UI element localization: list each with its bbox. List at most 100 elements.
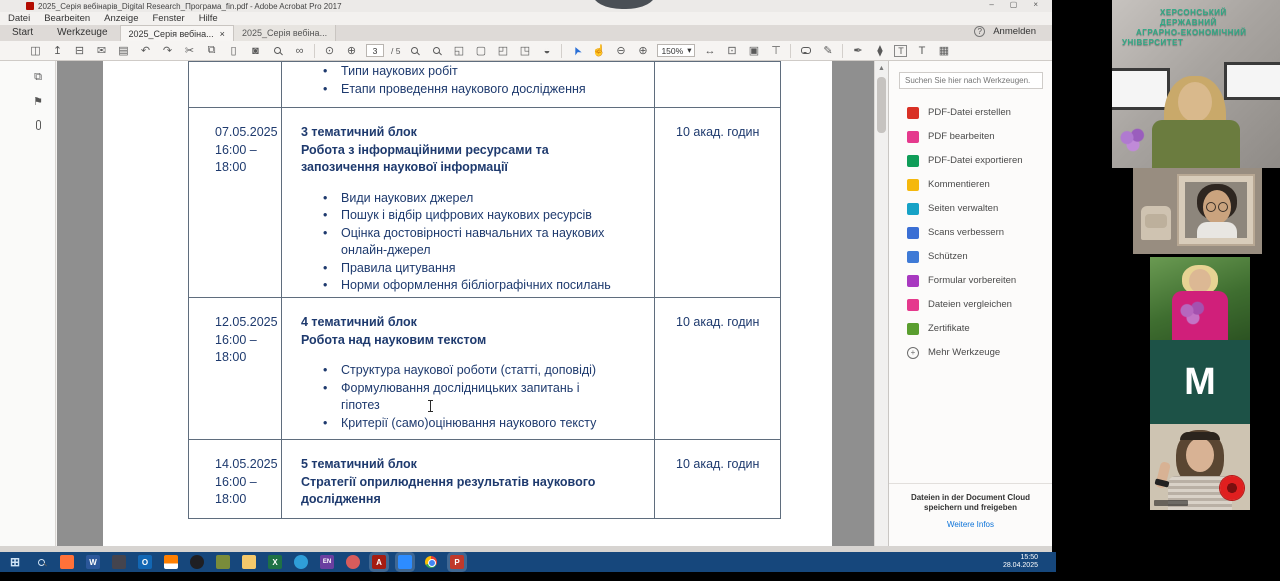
paste-icon[interactable]: ▯ <box>226 44 241 58</box>
search-icon[interactable] <box>270 44 285 58</box>
green-app-icon[interactable] <box>216 555 230 569</box>
fullscreen-icon[interactable]: ▣ <box>746 44 761 58</box>
chrome-icon[interactable] <box>424 555 438 569</box>
redo-icon[interactable]: ↷ <box>160 44 175 58</box>
en-app-icon[interactable]: EN <box>320 555 334 569</box>
tool-protect[interactable]: Schützen <box>907 249 1052 264</box>
upload-cloud-icon[interactable]: ↥ <box>50 44 65 58</box>
print-icon[interactable]: ⊟ <box>72 44 87 58</box>
powerpoint-icon[interactable]: P <box>450 555 464 569</box>
hand-tool-icon[interactable]: ☝ <box>591 44 606 58</box>
signin-button[interactable]: Anmelden <box>993 26 1036 37</box>
vlc-icon[interactable] <box>164 555 178 569</box>
obs-icon[interactable] <box>190 555 204 569</box>
help-icon[interactable]: ? <box>974 26 985 37</box>
excel-icon[interactable]: X <box>268 555 282 569</box>
select-tool-icon[interactable]: ➤ <box>567 41 586 61</box>
vertical-scrollbar[interactable]: ▲ <box>874 61 888 546</box>
find-icon[interactable]: ∞ <box>292 44 307 58</box>
tool-comment[interactable]: Kommentieren <box>907 177 1052 192</box>
tool-prepare-form[interactable]: Formular vorbereiten <box>907 273 1052 288</box>
zoom-taskbar-icon[interactable] <box>398 555 412 569</box>
video-tile-participant-5[interactable] <box>1150 424 1250 510</box>
menu-hilfe[interactable]: Hilfe <box>199 13 218 24</box>
red-app-icon[interactable] <box>346 555 360 569</box>
word-icon[interactable]: W <box>86 555 100 569</box>
stamp-icon[interactable]: ✒ <box>850 44 865 58</box>
privacy-app-icon[interactable] <box>112 555 126 569</box>
close-button[interactable]: × <box>1033 0 1038 9</box>
cut-icon[interactable]: ✂ <box>182 44 197 58</box>
tool-edit-pdf[interactable]: PDF bearbeiten <box>907 129 1052 144</box>
tools-search-input[interactable] <box>899 72 1043 89</box>
add-text-icon[interactable]: T <box>914 44 929 58</box>
menu-datei[interactable]: Datei <box>8 13 30 24</box>
snapshot-icon[interactable]: ◙ <box>248 44 263 58</box>
page-total-label: / 5 <box>391 46 400 56</box>
fit-page-icon[interactable]: ⊡ <box>724 44 739 58</box>
menu-fenster[interactable]: Fenster <box>152 13 184 24</box>
tool-compare-files[interactable]: Dateien vergleichen <box>907 297 1052 312</box>
menu-anzeige[interactable]: Anzeige <box>104 13 138 24</box>
doc-tab-1[interactable]: 2025_Серія вебіна... × <box>120 25 234 41</box>
pencil-icon[interactable]: ✎ <box>820 44 835 58</box>
tab-start[interactable]: Start <box>0 24 45 41</box>
sign-icon[interactable]: ⧫ <box>872 44 887 58</box>
tool-organize-pages[interactable]: Seiten verwalten <box>907 201 1052 216</box>
previous-page-icon[interactable]: ⊙ <box>322 44 337 58</box>
bookmarks-icon[interactable]: ⚑ <box>30 93 46 109</box>
taskbar-search-icon[interactable] <box>34 555 48 569</box>
tab-werkzeuge[interactable]: Werkzeuge <box>45 24 119 41</box>
video-tile-participant-4[interactable]: M <box>1150 340 1250 424</box>
undo-icon[interactable]: ↶ <box>138 44 153 58</box>
scroll-up-icon[interactable]: ▲ <box>878 65 885 72</box>
email-icon[interactable]: ✉ <box>94 44 109 58</box>
maximize-button[interactable]: ▢ <box>1010 0 1018 9</box>
minimize-button[interactable]: – <box>989 0 993 9</box>
single-page-view-icon[interactable]: ▢ <box>473 44 488 58</box>
video-tile-participant-3[interactable] <box>1150 257 1250 340</box>
loupe-icon[interactable] <box>429 44 444 58</box>
two-page-view-icon[interactable]: ◳ <box>517 44 532 58</box>
video-tile-speaker[interactable]: ХЕРСОНСЬКИЙ ДЕРЖАВНИЙ АГРАРНО-ЕКОНОМІЧНИ… <box>1112 0 1280 168</box>
zoom-out-icon[interactable]: ⊖ <box>613 44 628 58</box>
page-thumbnails-icon[interactable]: ⧉ <box>30 69 46 85</box>
tool-create-pdf[interactable]: PDF-Datei erstellen <box>907 105 1052 120</box>
page-thumbnails-view-icon[interactable]: ◱ <box>451 44 466 58</box>
attach-file-icon[interactable]: ▤ <box>116 44 131 58</box>
save-icon[interactable]: ◫ <box>28 44 43 58</box>
more-info-link[interactable]: Weitere Infos <box>947 520 994 529</box>
file-explorer-icon[interactable] <box>242 555 256 569</box>
scrollbar-thumb[interactable] <box>877 77 886 133</box>
tool-more-tools[interactable]: +Mehr Werkzeuge <box>907 345 1052 360</box>
firefox-icon[interactable] <box>60 555 74 569</box>
table-row: 14.05.2025 16:00 – 18:00 5 тематичний бл… <box>188 440 781 519</box>
fit-width-icon[interactable]: ↔ <box>702 44 717 58</box>
toolbar-separator <box>790 44 791 58</box>
copy-icon[interactable]: ⧉ <box>204 44 219 58</box>
tool-certificates[interactable]: Zertifikate <box>907 321 1052 336</box>
scrolling-view-icon[interactable]: ◰ <box>495 44 510 58</box>
presentation-icon[interactable]: ⊤ <box>768 44 783 58</box>
tool-enhance-scans[interactable]: Scans verbessern <box>907 225 1052 240</box>
zoom-level-dropdown[interactable]: 150% ▾ <box>657 44 695 57</box>
read-mode-icon[interactable]: ◒ <box>539 44 554 58</box>
next-page-icon[interactable]: ⊕ <box>344 44 359 58</box>
comment-icon[interactable] <box>798 44 813 58</box>
marquee-zoom-icon[interactable] <box>407 44 422 58</box>
add-image-icon[interactable]: ▦ <box>936 44 951 58</box>
taskbar-clock[interactable]: 15:50 28.04.2025 <box>1003 554 1038 570</box>
tool-export-pdf[interactable]: PDF-Datei exportieren <box>907 153 1052 168</box>
attachments-icon[interactable] <box>30 117 46 133</box>
outlook-icon[interactable]: O <box>138 555 152 569</box>
start-button-icon[interactable]: ⊞ <box>8 555 22 569</box>
telegram-icon[interactable] <box>294 555 308 569</box>
page-number-input[interactable] <box>366 44 384 57</box>
text-field-icon[interactable]: T <box>894 45 907 57</box>
video-tile-participant-2[interactable] <box>1133 168 1262 254</box>
menu-bearbeiten[interactable]: Bearbeiten <box>44 13 90 24</box>
doc-tab-2[interactable]: 2025_Серія вебіна... <box>234 25 336 41</box>
acrobat-taskbar-icon[interactable]: A <box>372 555 386 569</box>
zoom-in-icon[interactable]: ⊕ <box>635 44 650 58</box>
doc-tab-1-close-icon[interactable]: × <box>220 29 225 39</box>
